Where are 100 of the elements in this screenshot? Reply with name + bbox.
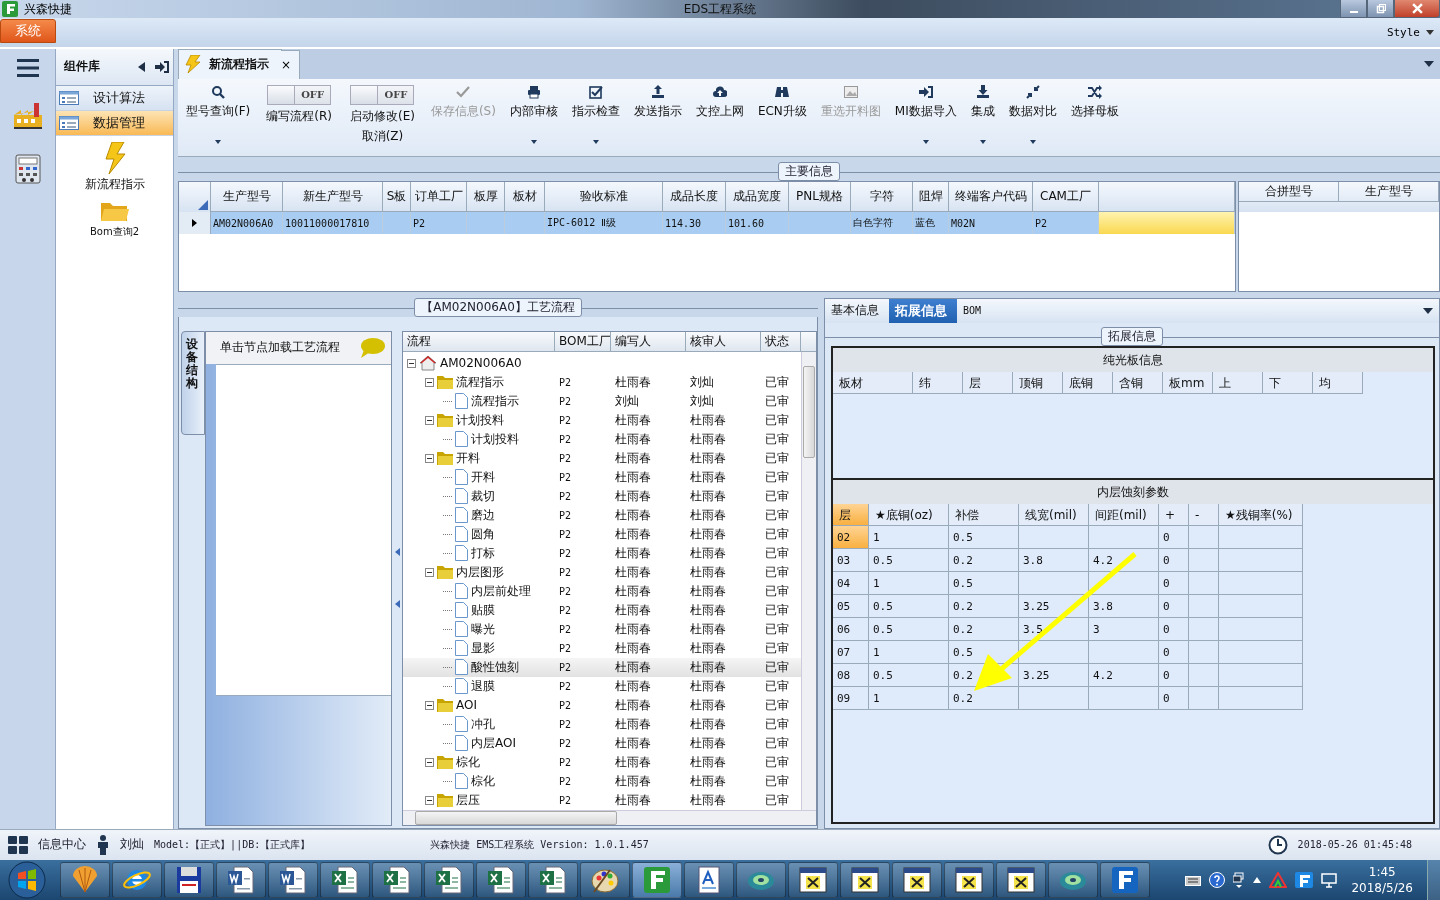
menu-icon[interactable] — [16, 58, 39, 77]
expander-icon[interactable] — [425, 453, 434, 463]
taskbar-button[interactable] — [632, 862, 682, 898]
tree-row[interactable]: AOI P2 杜雨春 杜雨春 已审 — [403, 695, 801, 715]
ribbon-button[interactable]: 型号查询(F) — [184, 84, 253, 144]
maximize-button[interactable] — [1367, 0, 1394, 18]
collapse-left-icon[interactable] — [138, 61, 145, 72]
component-item[interactable]: 设计算法 — [56, 85, 173, 111]
horizontal-scrollbar[interactable] — [403, 809, 816, 825]
palette-icon[interactable] — [590, 866, 620, 894]
status-text[interactable]: 信息中心 — [38, 836, 86, 854]
caret-icon[interactable] — [530, 139, 537, 144]
tree-row[interactable]: 计划投料 P2 杜雨春 杜雨春 已审 — [403, 410, 801, 430]
caret-icon[interactable] — [215, 139, 222, 144]
tree-row[interactable]: 层压 P2 杜雨春 杜雨春 已审 — [403, 790, 801, 810]
side-tab[interactable]: 设备结构 — [181, 330, 205, 435]
tree-row[interactable]: 磨边 P2 杜雨春 杜雨春 已审 — [403, 505, 801, 525]
window-icon[interactable] — [902, 866, 932, 894]
tab[interactable]: 基本信息 — [825, 298, 889, 323]
tree-row[interactable]: 圆角 P2 杜雨春 杜雨春 已审 — [403, 524, 801, 544]
column-header[interactable]: 合拼型号 — [1239, 182, 1339, 203]
table-row[interactable]: 04 1 0.5 0 — [833, 571, 1433, 595]
keyboard-icon[interactable] — [1185, 874, 1202, 886]
vertical-scrollbar[interactable] — [801, 351, 816, 810]
column-header[interactable]: 核审人 — [686, 331, 761, 351]
column-header[interactable]: 顶铜 — [1013, 371, 1063, 394]
column-header[interactable]: 纬 — [913, 371, 963, 394]
table-row[interactable]: 03 0.5 0.2 3.8 4.2 0 — [833, 548, 1433, 572]
table-row[interactable]: 02 1 0.5 0 — [833, 525, 1433, 549]
close-button[interactable] — [1394, 0, 1440, 18]
expander-icon[interactable] — [425, 795, 434, 805]
ribbon-button[interactable]: 文控上网 — [693, 84, 746, 120]
ribbon-button[interactable]: 指示检查 — [569, 84, 622, 144]
tab[interactable]: BOM — [957, 298, 992, 323]
tab[interactable]: 拓展信息 — [889, 298, 957, 323]
spreadsheet-icon[interactable] — [434, 866, 464, 894]
dropdown-icon[interactable] — [1424, 60, 1434, 67]
ribbon-button[interactable]: 选择母板 — [1068, 84, 1121, 120]
table-row[interactable]: 06 0.5 0.2 3.5 3 0 — [833, 617, 1433, 641]
tree-row[interactable]: 贴膜 P2 杜雨春 杜雨春 已审 — [403, 600, 801, 620]
column-header[interactable]: 底铜 — [1063, 371, 1113, 394]
ribbon-button[interactable]: MI数据导入 — [892, 84, 959, 144]
spreadsheet-icon[interactable] — [382, 866, 412, 894]
expander-icon[interactable] — [425, 415, 434, 425]
expander-icon[interactable] — [425, 757, 434, 767]
taskbar-button[interactable] — [112, 862, 162, 898]
window-icon[interactable] — [798, 866, 828, 894]
taskbar-button[interactable] — [892, 862, 942, 898]
tree-row[interactable]: 冲孔 P2 杜雨春 杜雨春 已审 — [403, 714, 801, 734]
taskbar-button[interactable] — [424, 862, 474, 898]
grid-icon[interactable] — [8, 835, 28, 854]
taskbar-button[interactable] — [528, 862, 578, 898]
taskbar-button[interactable] — [580, 862, 630, 898]
monitor-icon[interactable] — [1321, 872, 1338, 888]
taskbar-button[interactable] — [788, 862, 838, 898]
table-row[interactable]: 09 1 0.2 0 — [833, 686, 1433, 710]
close-tab-button[interactable]: × — [281, 49, 301, 79]
expander-icon[interactable] — [425, 700, 434, 710]
tree-row[interactable]: 流程指示 P2 杜雨春 刘灿 已审 — [403, 372, 801, 392]
document-icon[interactable] — [278, 866, 308, 894]
column-header[interactable]: 层 — [833, 503, 869, 526]
column-header[interactable]: 均 — [1313, 371, 1363, 394]
clock-date[interactable]: 2018/5/26 — [1351, 880, 1413, 896]
minimize-button[interactable] — [1340, 0, 1367, 18]
lightning-icon[interactable] — [102, 141, 127, 174]
taskbar-button[interactable] — [1048, 862, 1098, 898]
taskbar-button[interactable] — [736, 862, 786, 898]
taskbar-button[interactable] — [216, 862, 266, 898]
start-button[interactable] — [8, 861, 46, 899]
taskbar-button[interactable] — [320, 862, 370, 898]
spreadsheet-icon[interactable] — [538, 866, 568, 894]
window-icon[interactable] — [954, 866, 984, 894]
tree-row[interactable]: 内层图形 P2 杜雨春 杜雨春 已审 — [403, 562, 801, 582]
ribbon-button[interactable]: 集成 — [968, 84, 997, 144]
seashell-icon[interactable] — [70, 866, 100, 894]
expander-icon[interactable] — [425, 377, 434, 387]
tree-row[interactable]: 曝光 P2 杜雨春 杜雨春 已审 — [403, 619, 801, 639]
toggle-switch[interactable]: OFF — [267, 84, 332, 105]
tree-row[interactable]: 打标 P2 杜雨春 杜雨春 已审 — [403, 543, 801, 563]
spreadsheet-icon[interactable] — [330, 866, 360, 894]
ribbon-button[interactable]: 内部审核 — [507, 84, 560, 144]
tree-row[interactable]: 内层前处理 P2 杜雨春 杜雨春 已审 — [403, 581, 801, 601]
tree-row[interactable]: 开料 P2 杜雨春 杜雨春 已审 — [403, 448, 801, 468]
app-logo-icon[interactable] — [1110, 866, 1140, 894]
caret-up-icon[interactable] — [1253, 877, 1262, 883]
tree-row[interactable]: 裁切 P2 杜雨春 杜雨春 已审 — [403, 486, 801, 506]
column-header[interactable]: 板mm — [1163, 371, 1213, 394]
tree-row[interactable]: 内层AOI P2 杜雨春 杜雨春 已审 — [403, 733, 801, 753]
floppy-icon[interactable] — [174, 866, 204, 894]
column-header[interactable]: - — [1189, 503, 1219, 526]
column-header[interactable]: 补偿 — [949, 503, 1019, 526]
style-menu[interactable]: Style — [1386, 25, 1434, 39]
taskbar-button[interactable] — [372, 862, 422, 898]
column-header[interactable]: ★残铜率(%) — [1219, 503, 1303, 526]
taskbar-button[interactable] — [164, 862, 214, 898]
window-icon[interactable] — [1006, 866, 1036, 894]
taskbar-button[interactable] — [1100, 862, 1150, 898]
dropdown-icon[interactable] — [1423, 307, 1433, 314]
ribbon-button[interactable]: 数据对比 — [1006, 84, 1059, 144]
column-header[interactable]: 层 — [963, 371, 1013, 394]
